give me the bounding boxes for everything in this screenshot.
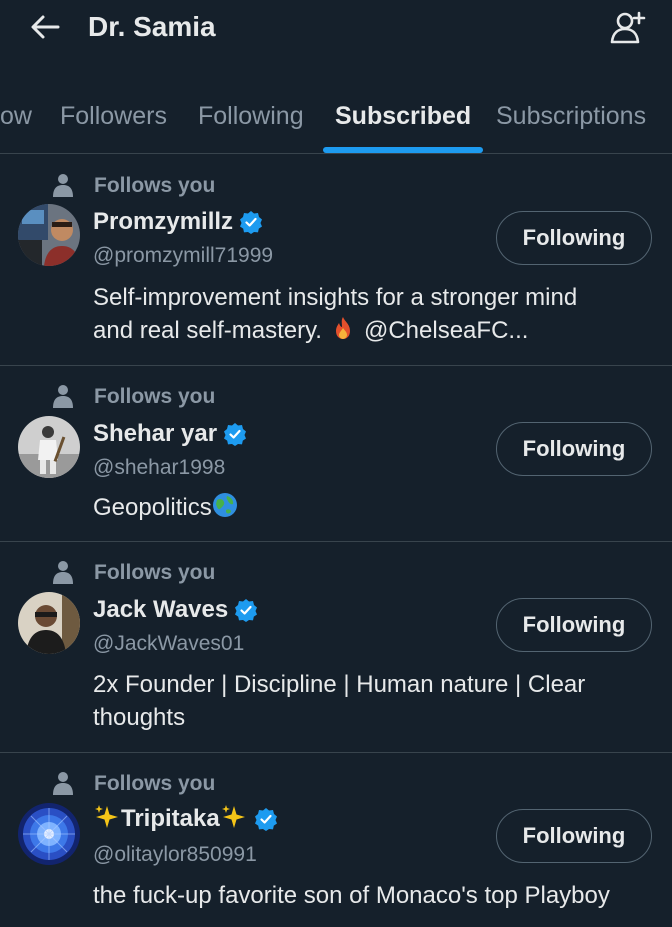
user-bio: the fuck-up favorite son of Monaco's top… bbox=[93, 879, 653, 912]
verified-badge-icon bbox=[254, 808, 277, 831]
tab-subscriptions[interactable]: Subscriptions bbox=[496, 100, 646, 132]
arrow-left-icon bbox=[31, 15, 60, 39]
bio-line: Self-improvement insights for a stronger… bbox=[93, 284, 578, 311]
person-icon bbox=[53, 385, 73, 408]
user-handle: @olitaylor850991 bbox=[93, 843, 257, 866]
tab-subscribed[interactable]: Subscribed bbox=[335, 100, 471, 132]
person-icon bbox=[53, 772, 73, 795]
tab-followers[interactable]: Followers bbox=[60, 100, 167, 132]
person-icon bbox=[53, 174, 73, 197]
sparkles-icon bbox=[220, 803, 248, 836]
list-item[interactable]: Follows you Shehar yar @shehar1998 Geopo… bbox=[0, 366, 672, 542]
user-handle: @shehar1998 bbox=[93, 456, 226, 479]
chelsea-mention[interactable]: @ChelseaFC... bbox=[364, 317, 528, 344]
display-name[interactable]: Promzymillz bbox=[93, 207, 233, 237]
sparkles-icon bbox=[93, 803, 121, 836]
tab-bar: ow Followers Following Subscribed Subscr… bbox=[0, 86, 672, 154]
following-button[interactable]: Following bbox=[496, 211, 652, 265]
top-bar: Dr. Samia bbox=[0, 0, 672, 56]
app-root: Dr. Samia ow Followers Following Subscri… bbox=[0, 0, 672, 927]
list-item[interactable]: Follows you Promzymillz @promzymill71999… bbox=[0, 155, 672, 366]
list-item[interactable]: Follows you Tripitaka @olitaylor850991 t… bbox=[0, 753, 672, 927]
user-handle: @JackWaves01 bbox=[93, 632, 245, 655]
follows-you-label: Follows you bbox=[94, 561, 216, 584]
follows-you-label: Follows you bbox=[94, 385, 216, 408]
user-bio: 2x Founder | Discipline | Human nature |… bbox=[93, 668, 633, 734]
avatar[interactable] bbox=[18, 592, 80, 654]
display-name-row: Shehar yar bbox=[93, 418, 247, 450]
active-tab-indicator bbox=[323, 147, 483, 153]
tab-following[interactable]: Following bbox=[198, 100, 304, 132]
add-user-icon bbox=[610, 11, 646, 44]
fire-emoji-icon bbox=[330, 315, 356, 350]
display-name-row: Promzymillz bbox=[93, 206, 263, 238]
user-bio: Self-improvement insights for a stronger… bbox=[93, 281, 633, 350]
page-title: Dr. Samia bbox=[88, 11, 216, 42]
bio-line: the fuck-up favorite son of Monaco's top… bbox=[93, 882, 610, 909]
display-name-row: Tripitaka bbox=[93, 803, 278, 835]
back-button[interactable] bbox=[28, 10, 62, 44]
globe-emoji-icon bbox=[212, 492, 238, 527]
following-button[interactable]: Following bbox=[496, 598, 652, 652]
display-name[interactable]: Shehar yar bbox=[93, 419, 217, 449]
user-bio: Geopolitics bbox=[93, 491, 633, 527]
following-button[interactable]: Following bbox=[496, 809, 652, 863]
following-button[interactable]: Following bbox=[496, 422, 652, 476]
avatar[interactable] bbox=[18, 416, 80, 478]
avatar[interactable] bbox=[18, 803, 80, 865]
follows-you-label: Follows you bbox=[94, 772, 216, 795]
tab-follow[interactable]: ow bbox=[0, 100, 32, 132]
bio-line: thoughts bbox=[93, 704, 186, 731]
display-name[interactable]: Jack Waves bbox=[93, 595, 228, 625]
avatar[interactable] bbox=[18, 204, 80, 266]
list-item[interactable]: Follows you Jack Waves @JackWaves01 2x F… bbox=[0, 542, 672, 753]
bio-line: 2x Founder | Discipline | Human nature |… bbox=[93, 671, 586, 698]
display-name[interactable]: Tripitaka bbox=[121, 804, 220, 834]
add-user-button[interactable] bbox=[608, 8, 648, 48]
verified-badge-icon bbox=[235, 599, 258, 622]
bio-line: and real self-mastery. @ChelseaFC... bbox=[93, 314, 633, 350]
user-handle: @promzymill71999 bbox=[93, 244, 274, 267]
display-name-row: Jack Waves bbox=[93, 594, 258, 626]
follows-you-label: Follows you bbox=[94, 174, 216, 197]
verified-badge-icon bbox=[224, 423, 247, 446]
bio-line: Geopolitics bbox=[93, 494, 212, 521]
person-icon bbox=[53, 561, 73, 584]
verified-badge-icon bbox=[240, 211, 263, 234]
